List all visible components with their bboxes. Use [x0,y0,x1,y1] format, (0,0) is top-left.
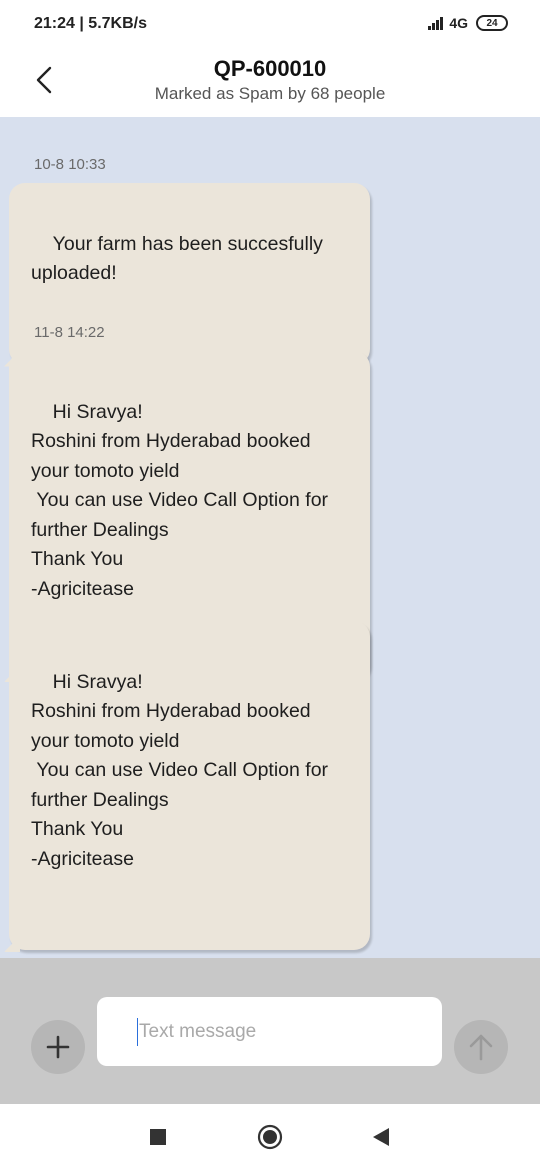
system-nav-bar [0,1104,540,1170]
triangle-back-icon [373,1128,389,1146]
status-time-speed: 21:24 | 5.7KB/s [34,15,147,32]
composer [0,958,540,1104]
square-icon [150,1129,166,1145]
plus-icon [46,1035,70,1059]
recents-button[interactable] [145,1124,171,1150]
nav-back-button[interactable] [368,1124,394,1150]
home-button[interactable] [257,1124,283,1150]
message-timestamp: 11-8 14:22 [34,324,105,341]
add-attachment-button[interactable] [31,1020,85,1074]
battery-icon: 24 [476,15,508,31]
message-text: Hi Sravya! Roshini from Hyderabad booked… [31,400,329,600]
message-timestamp: 10-8 10:33 [34,156,106,173]
message-input[interactable] [137,1019,442,1044]
bubble-tail [4,936,20,952]
status-bar: 21:24 | 5.7KB/s 4G 24 [0,0,540,50]
message-text: Hi Sravya! Roshini from Hyderabad booked… [31,670,329,870]
circle-icon [257,1124,283,1150]
signal-icon [428,16,444,30]
battery-level: 24 [486,17,498,29]
sender-title: QP-600010 [213,56,327,81]
spam-subtitle: Marked as Spam by 68 people [154,84,386,103]
send-button[interactable] [454,1020,508,1074]
message-bubble[interactable]: Hi Sravya! Roshini from Hyderabad booked… [4,621,370,952]
network-type: 4G [449,15,468,31]
status-icons: 4G 24 [428,15,508,31]
conversation-header: QP-600010 Marked as Spam by 68 people [0,50,540,117]
send-arrow-icon [469,1034,493,1061]
message-text: Your farm has been succesfully uploaded! [31,232,323,285]
message-input-box[interactable] [97,997,442,1066]
text-cursor [137,1018,138,1046]
message-list[interactable]: 10-8 10:33 Your farm has been succesfull… [0,117,540,958]
